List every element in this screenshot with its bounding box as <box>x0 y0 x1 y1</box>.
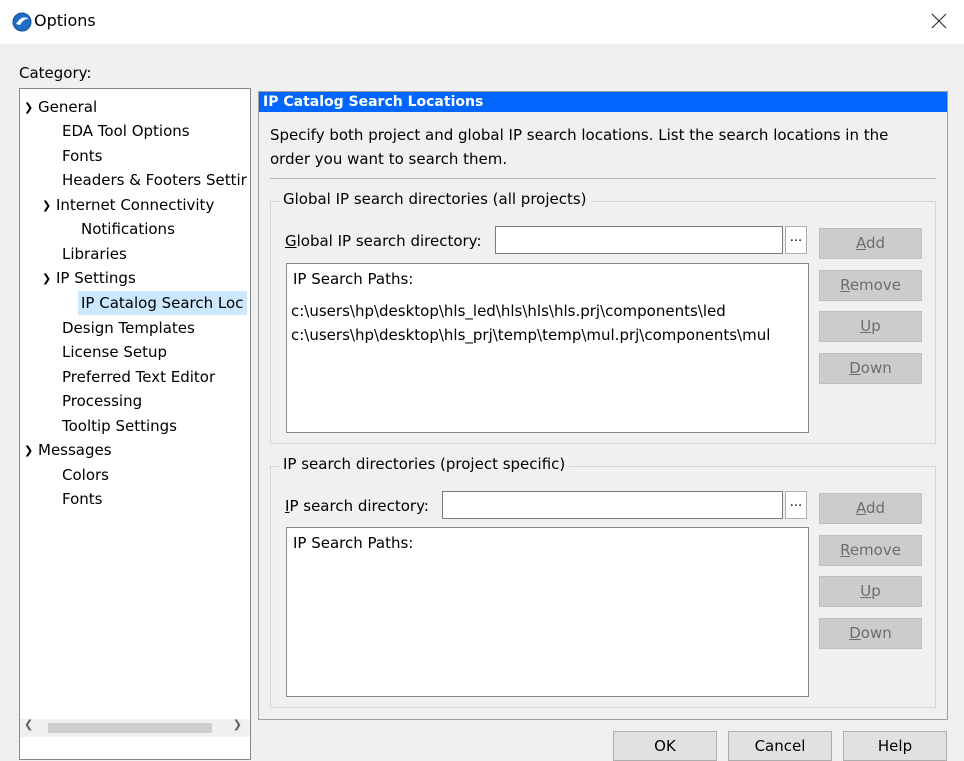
tree-item-label: Fonts <box>62 490 103 508</box>
tree-item-headers-footers[interactable]: Headers & Footers Settir <box>62 168 247 192</box>
tree-horizontal-scrollbar[interactable]: ❮ ❯ <box>20 718 250 737</box>
project-search-group: IP search directories (project specific)… <box>270 455 936 708</box>
tree-item-ip-catalog-search-locations[interactable]: IP Catalog Search Loc <box>78 291 248 315</box>
app-logo-icon <box>12 12 32 32</box>
close-icon[interactable] <box>930 12 948 30</box>
project-add-button[interactable]: Add <box>819 493 922 524</box>
tree-item-label: Preferred Text Editor <box>62 368 216 386</box>
tree-item-label: Design Templates <box>62 319 195 337</box>
scroll-right-icon[interactable]: ❯ <box>233 718 242 731</box>
paths-title: IP Search Paths: <box>293 270 414 288</box>
tree-item-colors[interactable]: Colors <box>62 463 109 487</box>
project-browse-button[interactable]: ... <box>785 491 807 519</box>
tree-item-label: Fonts <box>62 147 103 165</box>
tree-item-label: IP Catalog Search Loc <box>81 294 244 312</box>
tree-item-label: Headers & Footers Settir <box>62 171 247 189</box>
ok-button[interactable]: OK <box>613 731 717 761</box>
global-paths-list[interactable]: IP Search Paths: c:\users\hp\desktop\hls… <box>286 263 809 433</box>
global-remove-button[interactable]: Remove <box>819 270 922 301</box>
project-directory-label: IP search directory: <box>285 497 429 515</box>
group-title: IP search directories (project specific) <box>279 455 570 473</box>
project-down-button[interactable]: Down <box>819 618 922 649</box>
global-up-button[interactable]: Up <box>819 311 922 342</box>
list-item[interactable]: c:\users\hp\desktop\hls_prj\temp\temp\mu… <box>291 326 770 344</box>
window-title: Options <box>34 11 96 30</box>
title-bar: Options <box>0 0 964 44</box>
chevron-down-icon[interactable]: ❯ <box>42 194 56 218</box>
global-directory-label: Global IP search directory: <box>285 232 482 250</box>
project-up-button[interactable]: Up <box>819 576 922 607</box>
tree-item-label: License Setup <box>62 343 167 361</box>
tree-item-libraries[interactable]: Libraries <box>62 242 127 266</box>
panel-description: Specify both project and global IP searc… <box>270 126 889 168</box>
chevron-down-icon[interactable]: ❯ <box>42 267 56 291</box>
tree-item-preferred-text-editor[interactable]: Preferred Text Editor <box>62 365 215 389</box>
tree-item-design-templates[interactable]: Design Templates <box>62 316 195 340</box>
global-search-group: Global IP search directories (all projec… <box>270 190 936 444</box>
project-remove-button[interactable]: Remove <box>819 535 922 566</box>
tree-item-label: EDA Tool Options <box>62 122 190 140</box>
tree-item-ip-settings[interactable]: ❯ IP Settings <box>42 266 136 290</box>
tree-item-license-setup[interactable]: License Setup <box>62 340 167 364</box>
tree-item-messages[interactable]: ❯ Messages <box>24 438 112 462</box>
project-paths-list[interactable]: IP Search Paths: <box>286 527 809 697</box>
chevron-down-icon[interactable]: ❯ <box>24 96 38 120</box>
help-button[interactable]: Help <box>843 731 947 761</box>
global-directory-input[interactable] <box>495 226 783 254</box>
tree-item-notifications[interactable]: Notifications <box>81 217 175 241</box>
tree-item-eda-tool-options[interactable]: EDA Tool Options <box>62 119 190 143</box>
project-directory-input[interactable] <box>442 491 783 519</box>
tree-item-label: Colors <box>62 466 109 484</box>
settings-panel: IP Catalog Search Locations Specify both… <box>258 91 948 720</box>
tree-item-label: Processing <box>62 392 143 410</box>
category-tree[interactable]: ❯ General EDA Tool Options Fonts Headers … <box>19 88 251 760</box>
tree-item-fonts[interactable]: Fonts <box>62 144 102 168</box>
tree-item-label: IP Settings <box>56 269 136 287</box>
scroll-left-icon[interactable]: ❮ <box>24 718 33 731</box>
tree-item-label: Internet Connectivity <box>56 196 215 214</box>
global-add-button[interactable]: Add <box>819 228 922 259</box>
scrollbar-thumb[interactable] <box>48 723 212 733</box>
tree-item-internet-connectivity[interactable]: ❯ Internet Connectivity <box>42 193 214 217</box>
tree-item-label: Tooltip Settings <box>62 417 177 435</box>
group-title: Global IP search directories (all projec… <box>279 190 591 208</box>
global-browse-button[interactable]: ... <box>785 226 807 254</box>
global-down-button[interactable]: Down <box>819 353 922 384</box>
tree-item-label: Notifications <box>81 220 175 238</box>
paths-title: IP Search Paths: <box>293 534 414 552</box>
list-item[interactable]: c:\users\hp\desktop\hls_led\hls\hls\hls.… <box>291 302 726 320</box>
tree-item-label: Messages <box>38 441 112 459</box>
tree-item-label: Libraries <box>62 245 127 263</box>
tree-item-general[interactable]: ❯ General <box>24 95 97 119</box>
divider <box>270 178 936 179</box>
tree-item-label: General <box>38 98 98 116</box>
tree-item-tooltip-settings[interactable]: Tooltip Settings <box>62 414 177 438</box>
tree-item-messages-fonts[interactable]: Fonts <box>62 487 102 511</box>
category-label: Category: <box>19 64 92 82</box>
chevron-down-icon[interactable]: ❯ <box>24 439 38 463</box>
cancel-button[interactable]: Cancel <box>728 731 832 761</box>
tree-item-processing[interactable]: Processing <box>62 389 142 413</box>
panel-header: IP Catalog Search Locations <box>259 92 947 112</box>
